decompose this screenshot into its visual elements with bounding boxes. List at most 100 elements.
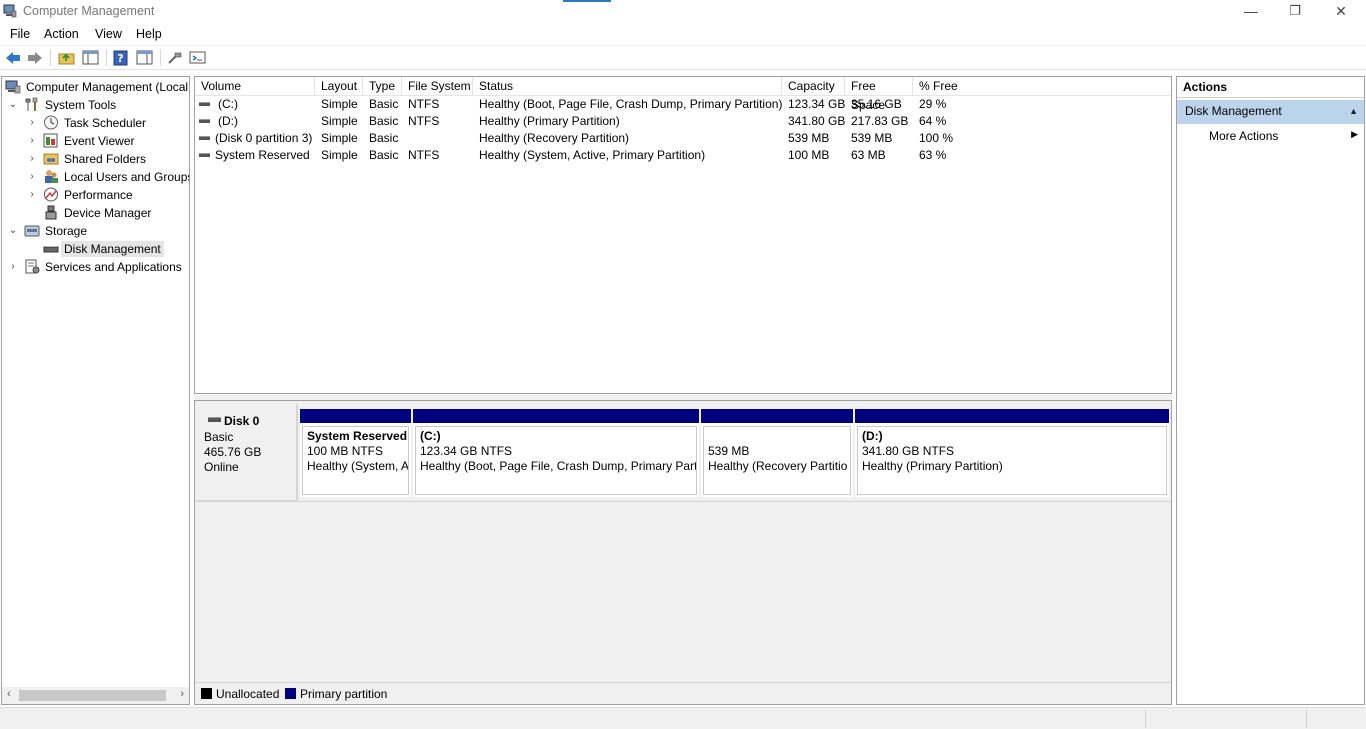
- cell-file-system: NTFS: [408, 97, 440, 111]
- menu-action[interactable]: Action: [44, 27, 79, 41]
- table-row[interactable]: System Reserved Simple Basic NTFS Health…: [195, 147, 1171, 164]
- disk-name: Disk 0: [224, 414, 260, 428]
- chevron-down-icon[interactable]: ⌄: [8, 97, 18, 113]
- minimize-button[interactable]: —: [1228, 2, 1274, 22]
- cell-capacity: 539 MB: [788, 131, 830, 145]
- tree-item-system-tools[interactable]: ⌄ System Tools: [2, 96, 189, 114]
- partition-d[interactable]: (D:) 341.80 GB NTFS Healthy (Primary Par…: [855, 409, 1169, 497]
- column-percent-free[interactable]: % Free: [913, 77, 1171, 96]
- services-icon: [25, 259, 40, 274]
- chevron-right-icon[interactable]: ›: [27, 187, 37, 203]
- settings-icon[interactable]: [189, 50, 207, 66]
- connect-icon[interactable]: [166, 50, 184, 66]
- chevron-right-icon[interactable]: ›: [27, 115, 37, 131]
- cell-capacity: 123.34 GB: [788, 97, 846, 111]
- up-folder-icon[interactable]: [58, 50, 76, 66]
- cell-file-system: NTFS: [408, 114, 440, 128]
- cell-capacity: 341.80 GB: [788, 114, 846, 128]
- column-status[interactable]: Status: [473, 77, 782, 96]
- volume-list: Volume Layout Type File System Status Ca…: [194, 76, 1172, 394]
- legend-primary-swatch: [285, 688, 296, 699]
- tree-label-root: Computer Management (Local: [26, 80, 189, 94]
- tools-icon: [25, 97, 38, 111]
- back-icon[interactable]: [4, 50, 22, 66]
- show-hide-tree-icon[interactable]: [82, 50, 100, 66]
- tree-label-system-tools: System Tools: [45, 98, 117, 112]
- menu-help[interactable]: Help: [136, 27, 162, 41]
- tree-label-local-users: Local Users and Groups: [64, 170, 190, 184]
- chevron-right-icon[interactable]: ›: [8, 259, 18, 275]
- legend-unallocated-swatch: [201, 688, 212, 699]
- column-layout[interactable]: Layout: [315, 77, 363, 96]
- cell-type: Basic: [369, 114, 399, 128]
- cell-status: Healthy (Recovery Partition): [479, 131, 630, 145]
- tree-label-task-scheduler: Task Scheduler: [64, 116, 147, 130]
- tree-item-device-manager[interactable]: Device Manager: [2, 204, 189, 222]
- tree-item-event-viewer[interactable]: › Event Viewer: [2, 132, 189, 150]
- window-title: Computer Management: [23, 4, 155, 18]
- collapse-up-icon[interactable]: ▲: [1349, 100, 1358, 123]
- disk-info-panel[interactable]: Disk 0 Basic 465.76 GB Online: [196, 404, 298, 502]
- tree-item-storage[interactable]: ⌄ Storage: [2, 222, 189, 240]
- legend-primary: Primary partition: [300, 687, 388, 701]
- partition-recovery[interactable]: 539 MB Healthy (Recovery Partitio: [701, 409, 853, 497]
- cell-percent-free: 29 %: [919, 97, 947, 111]
- column-capacity[interactable]: Capacity: [782, 77, 845, 96]
- column-free-space[interactable]: Free Space: [845, 77, 913, 112]
- tree-horizontal-scrollbar[interactable]: ‹ ›: [2, 687, 189, 704]
- table-row[interactable]: (Disk 0 partition 3) Simple Basic Health…: [195, 130, 1171, 147]
- title-accent: [563, 0, 611, 2]
- computer-management-icon: [5, 80, 21, 94]
- menu-file[interactable]: File: [10, 27, 30, 41]
- cell-status: Healthy (System, Active, Primary Partiti…: [479, 148, 706, 162]
- scroll-right-icon[interactable]: ›: [180, 688, 184, 700]
- column-type[interactable]: Type: [363, 77, 402, 96]
- cell-layout: Simple: [321, 97, 358, 111]
- partition-body: System Reserved 100 MB NTFS Healthy (Sys…: [302, 426, 409, 495]
- disk-size: 465.76 GB: [204, 445, 262, 459]
- chevron-down-icon[interactable]: ⌄: [8, 223, 18, 239]
- chevron-right-icon[interactable]: ›: [27, 169, 37, 185]
- chevron-right-icon[interactable]: ›: [27, 133, 37, 149]
- scroll-left-icon[interactable]: ‹: [7, 688, 11, 700]
- restore-button[interactable]: ❐: [1272, 2, 1318, 22]
- tree-label-event-viewer: Event Viewer: [64, 134, 135, 148]
- partition-system-reserved[interactable]: System Reserved 100 MB NTFS Healthy (Sys…: [300, 409, 411, 497]
- forward-icon[interactable]: [26, 50, 44, 66]
- chevron-right-icon[interactable]: ›: [27, 151, 37, 167]
- tree-item-services-applications[interactable]: › Services and Applications: [2, 258, 189, 276]
- tree-label-storage: Storage: [45, 224, 88, 238]
- toolbar: ?: [0, 45, 1366, 70]
- close-button[interactable]: ✕: [1318, 2, 1364, 22]
- actions-section-disk-management[interactable]: Disk Management ▲: [1177, 100, 1364, 124]
- cell-free-space: 217.83 GB: [851, 114, 909, 128]
- volume-icon: [199, 102, 210, 106]
- tree-item-local-users[interactable]: › Local Users and Groups: [2, 168, 189, 186]
- tree-item-task-scheduler[interactable]: › Task Scheduler: [2, 114, 189, 132]
- disk-type: Basic: [204, 430, 234, 444]
- partition-c[interactable]: (C:) 123.34 GB NTFS Healthy (Boot, Page …: [413, 409, 699, 497]
- partition-status: Healthy (Primary Partition): [862, 459, 1003, 473]
- volume-list-header: Volume Layout Type File System Status Ca…: [195, 77, 1171, 112]
- menu-bar: File Action View Help: [0, 24, 1366, 44]
- table-row[interactable]: (C:) Simple Basic NTFS Healthy (Boot, Pa…: [195, 96, 1171, 113]
- more-actions-item[interactable]: More Actions: [1209, 129, 1278, 143]
- help-icon[interactable]: ?: [112, 50, 130, 66]
- column-file-system[interactable]: File System: [402, 77, 473, 96]
- menu-view[interactable]: View: [95, 27, 122, 41]
- tree-item-performance[interactable]: › Performance: [2, 186, 189, 204]
- event-viewer-icon: [43, 133, 58, 148]
- table-row[interactable]: (D:) Simple Basic NTFS Healthy (Primary …: [195, 113, 1171, 130]
- legend: Unallocated Primary partition: [195, 682, 1171, 704]
- disk-icon: [208, 417, 221, 422]
- users-icon: [45, 170, 58, 183]
- scroll-thumb[interactable]: [19, 690, 166, 701]
- primary-partition-bar: [413, 409, 699, 423]
- tree-item-shared-folders[interactable]: › Shared Folders: [2, 150, 189, 168]
- column-volume[interactable]: Volume: [195, 77, 315, 96]
- properties-icon[interactable]: [136, 50, 154, 66]
- disk-divider: [195, 501, 1171, 502]
- tree-item-disk-management[interactable]: Disk Management: [2, 240, 189, 258]
- cell-type: Basic: [369, 131, 399, 145]
- tree-item-root[interactable]: Computer Management (Local: [2, 78, 189, 96]
